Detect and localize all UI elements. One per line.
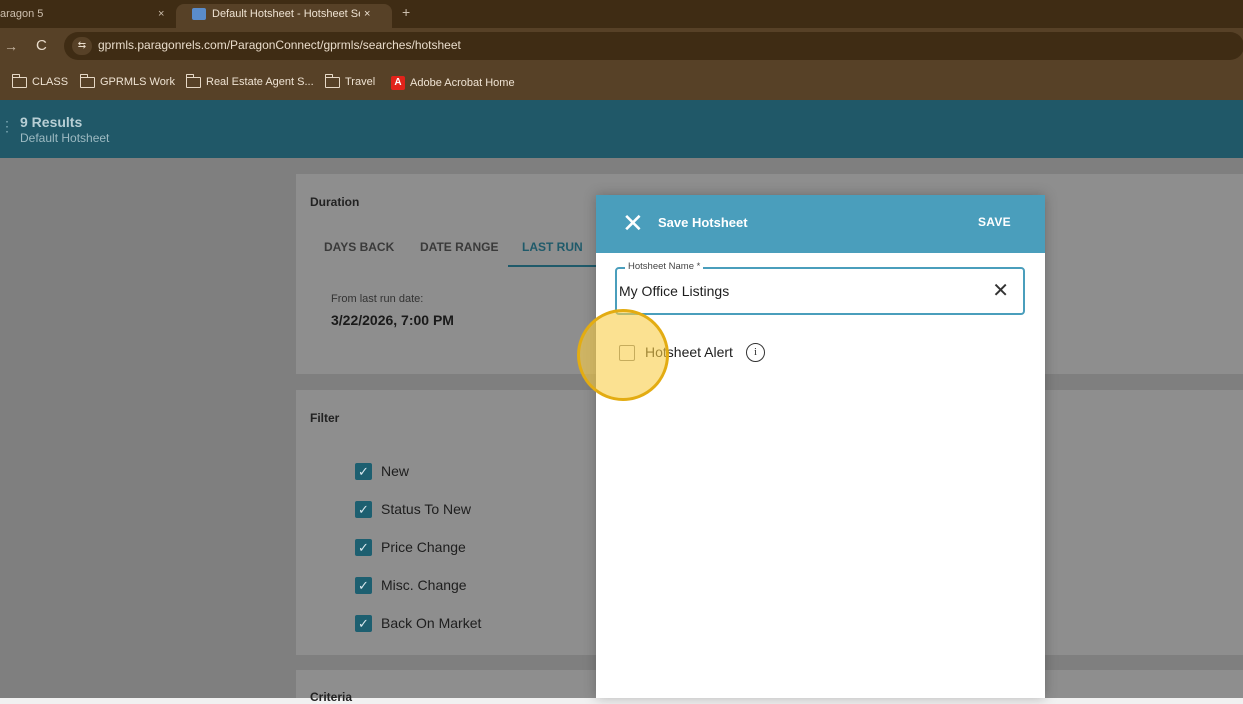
forward-icon[interactable]: → [4, 38, 18, 54]
bookmark-real-estate[interactable]: Real Estate Agent S... [185, 73, 314, 88]
hotsheet-subtitle: Default Hotsheet [20, 131, 110, 145]
favicon-icon [192, 8, 206, 20]
criteria-label: Criteria [310, 690, 353, 704]
checkbox-price-change[interactable]: ✓ [355, 539, 372, 556]
tab-last-run[interactable]: LAST RUN [522, 240, 583, 254]
from-last-run-value: 3/22/2026, 7:00 PM [331, 312, 454, 328]
checkbox-new[interactable]: ✓ [355, 463, 372, 480]
save-button[interactable]: SAVE [978, 215, 1011, 229]
clear-icon[interactable]: ✕ [992, 278, 1009, 303]
bookmark-class[interactable]: CLASS [11, 73, 69, 88]
browser-tab-2[interactable]: Default Hotsheet - Hotsheet Se × [176, 4, 392, 28]
close-icon[interactable]: ✕ [622, 209, 646, 237]
folder-icon [185, 73, 201, 88]
hotsheet-name-input[interactable]: My Office Listings [619, 283, 729, 299]
active-tab-indicator [508, 265, 598, 267]
acrobat-icon: A [391, 76, 405, 90]
duration-label: Duration [310, 195, 360, 209]
menu-dots-icon[interactable]: ⋮ [0, 118, 14, 135]
results-count: 9 Results [20, 114, 83, 130]
save-hotsheet-dialog: ✕ Save Hotsheet SAVE Hotsheet Name * My … [596, 195, 1045, 698]
hotsheet-name-field[interactable]: Hotsheet Name * My Office Listings ✕ [615, 261, 1025, 315]
address-bar: → C ⇆ gprmls.paragonrels.com/ParagonConn… [0, 28, 1243, 64]
tab-title: Default Hotsheet - Hotsheet Se [212, 8, 360, 20]
site-settings-icon[interactable]: ⇆ [72, 37, 92, 55]
folder-icon [324, 73, 340, 88]
folder-icon [79, 73, 95, 88]
bookmark-label: GPRMLS Work [100, 76, 175, 88]
filter-label-back-on-market: Back On Market [381, 615, 482, 631]
dialog-header: ✕ Save Hotsheet SAVE [596, 195, 1045, 253]
bookmark-label: CLASS [32, 76, 69, 88]
bookmark-travel[interactable]: Travel [324, 73, 376, 88]
tab-bar: aragon 5 × Default Hotsheet - Hotsheet S… [0, 0, 1243, 28]
folder-icon [11, 73, 27, 88]
hotsheet-name-label: Hotsheet Name * [625, 261, 704, 272]
filter-label-price-change: Price Change [381, 539, 466, 555]
filter-label-status-to-new: Status To New [381, 501, 472, 517]
bookmark-label: Real Estate Agent S... [206, 76, 314, 88]
results-header: ⋮ 9 Results Default Hotsheet [0, 100, 1243, 158]
filter-label-misc-change: Misc. Change [381, 577, 467, 593]
bookmark-label: Adobe Acrobat Home [410, 77, 515, 89]
filter-label-new: New [381, 463, 410, 479]
new-tab-button[interactable]: + [402, 4, 410, 20]
checkbox-misc-change[interactable]: ✓ [355, 577, 372, 594]
url-text[interactable]: gprmls.paragonrels.com/ParagonConnect/gp… [98, 38, 461, 52]
close-tab-icon[interactable]: × [364, 6, 370, 22]
checkbox-back-on-market[interactable]: ✓ [355, 615, 372, 632]
info-icon[interactable]: i [746, 343, 765, 362]
bookmark-label: Travel [345, 76, 376, 88]
filter-label: Filter [310, 411, 340, 425]
omnibox[interactable]: ⇆ gprmls.paragonrels.com/ParagonConnect/… [64, 32, 1243, 60]
tab-title: aragon 5 [0, 8, 44, 20]
tab-date-range[interactable]: DATE RANGE [420, 240, 498, 254]
from-last-run-label: From last run date: [331, 293, 424, 305]
bookmarks-bar: CLASS GPRMLS Work Real Estate Agent S...… [0, 64, 1243, 100]
reload-icon[interactable]: C [36, 37, 47, 54]
click-highlight [577, 309, 669, 401]
bookmark-acrobat[interactable]: A Adobe Acrobat Home [391, 76, 515, 90]
dialog-title: Save Hotsheet [658, 215, 748, 230]
close-tab-icon[interactable]: × [158, 6, 164, 22]
tab-days-back[interactable]: DAYS BACK [324, 240, 394, 254]
bookmark-gprmls-work[interactable]: GPRMLS Work [79, 73, 175, 88]
browser-tab-1[interactable]: aragon 5 × [0, 4, 176, 28]
checkbox-status-to-new[interactable]: ✓ [355, 501, 372, 518]
